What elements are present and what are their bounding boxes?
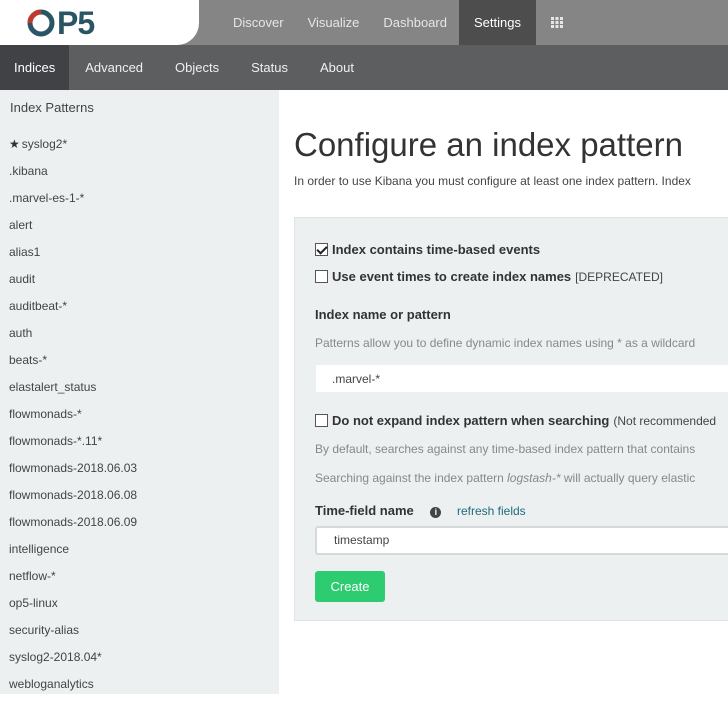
apps-grid-button[interactable] [536, 0, 578, 45]
index-pattern-item[interactable]: auditbeat-* [9, 292, 137, 319]
index-pattern-item[interactable]: webloganalytics [9, 670, 137, 697]
time-based-row: Index contains time-based events [315, 242, 540, 257]
index-pattern-item[interactable]: flowmonads-* [9, 400, 137, 427]
create-button[interactable]: Create [315, 571, 385, 602]
index-pattern-item[interactable]: elastalert_status [9, 373, 137, 400]
grid-icon [550, 17, 563, 28]
nav-dashboard[interactable]: Dashboard [371, 0, 459, 45]
default-star-icon: ★ [9, 136, 20, 151]
event-times-row: Use event times to create index names [D… [315, 269, 663, 284]
logo-area: P5 [0, 0, 199, 45]
not-recommended-note: (Not recommended [613, 413, 717, 428]
time-field-select[interactable]: timestamp [315, 526, 728, 555]
index-pattern-form: Index contains time-based events Use eve… [294, 217, 728, 621]
nav-settings[interactable]: Settings [458, 0, 536, 45]
event-times-checkbox[interactable] [315, 270, 328, 283]
index-pattern-item[interactable]: ★ syslog2* [9, 130, 137, 157]
no-expand-row: Do not expand index pattern when searchi… [315, 413, 716, 428]
tab-indices[interactable]: Indices [0, 45, 70, 90]
index-pattern-item[interactable]: flowmonads-2018.06.09 [9, 508, 137, 535]
tab-about[interactable]: About [304, 45, 370, 90]
no-expand-checkbox[interactable] [315, 414, 328, 427]
page-description: In order to use Kibana you must configur… [294, 174, 691, 188]
index-pattern-item[interactable]: .kibana [9, 157, 137, 184]
index-pattern-item[interactable]: .marvel-es-1-* [9, 184, 137, 211]
no-expand-help: By default, searches against any time-ba… [315, 442, 696, 456]
index-pattern-item[interactable]: alert [9, 211, 137, 238]
index-pattern-item[interactable]: flowmonads-2018.06.03 [9, 454, 137, 481]
top-nav: Discover Visualize Dashboard Settings [221, 0, 578, 45]
example-suffix: will actually query elastic [563, 471, 696, 485]
example-pattern: logstash-* [507, 471, 561, 485]
example-prefix: Searching against the index pattern [315, 471, 504, 485]
index-pattern-item[interactable]: audit [9, 265, 137, 292]
index-pattern-item[interactable]: flowmonads-2018.06.08 [9, 481, 137, 508]
index-pattern-list: ★ syslog2* .kibana .marvel-es-1-* alert … [9, 130, 137, 697]
no-expand-label[interactable]: Do not expand index pattern when searchi… [332, 413, 609, 428]
index-pattern-item[interactable]: syslog2-2018.04* [9, 643, 137, 670]
index-pattern-item[interactable]: alias1 [9, 238, 137, 265]
index-pattern-item[interactable]: intelligence [9, 535, 137, 562]
no-expand-example: Searching against the index pattern logs… [315, 471, 695, 485]
index-name-input[interactable] [315, 364, 728, 393]
time-field-value: timestamp [334, 533, 390, 547]
index-pattern-item[interactable]: auth [9, 319, 137, 346]
index-pattern-item[interactable]: flowmonads-*.11* [9, 427, 137, 454]
index-pattern-item[interactable]: op5-linux [9, 589, 137, 616]
time-field-row: Time-field name i refresh fields [315, 503, 526, 518]
index-name-help: Patterns allow you to define dynamic ind… [315, 336, 696, 350]
top-navbar: P5 Discover Visualize Dashboard Settings [0, 0, 728, 45]
index-pattern-item[interactable]: security-alias [9, 616, 137, 643]
index-name-label: Index name or pattern [315, 307, 451, 322]
index-pattern-label: syslog2* [21, 136, 68, 151]
logo-ring-icon [27, 9, 55, 37]
tab-advanced[interactable]: Advanced [69, 45, 159, 90]
index-pattern-item[interactable]: netflow-* [9, 562, 137, 589]
time-field-label: Time-field name [315, 503, 414, 518]
tab-status[interactable]: Status [235, 45, 304, 90]
page-title: Configure an index pattern [294, 126, 683, 163]
refresh-fields-link[interactable]: refresh fields [457, 504, 526, 518]
main-content: Configure an index pattern In order to u… [279, 90, 728, 702]
nav-discover[interactable]: Discover [221, 0, 296, 45]
time-based-checkbox[interactable] [315, 243, 328, 256]
index-pattern-item[interactable]: beats-* [9, 346, 137, 373]
settings-subnav: Indices Advanced Objects Status About [0, 45, 728, 90]
info-icon[interactable]: i [430, 507, 442, 518]
index-patterns-sidebar: Index Patterns ★ syslog2* .kibana .marve… [0, 90, 279, 694]
deprecated-note: [DEPRECATED] [575, 269, 663, 284]
nav-visualize[interactable]: Visualize [296, 0, 372, 45]
tab-objects[interactable]: Objects [159, 45, 235, 90]
time-based-label[interactable]: Index contains time-based events [332, 242, 540, 257]
op5-logo[interactable]: P5 [26, 4, 95, 41]
sidebar-title: Index Patterns [10, 100, 94, 115]
logo-text: P5 [57, 4, 95, 41]
event-times-label[interactable]: Use event times to create index names [332, 269, 571, 284]
